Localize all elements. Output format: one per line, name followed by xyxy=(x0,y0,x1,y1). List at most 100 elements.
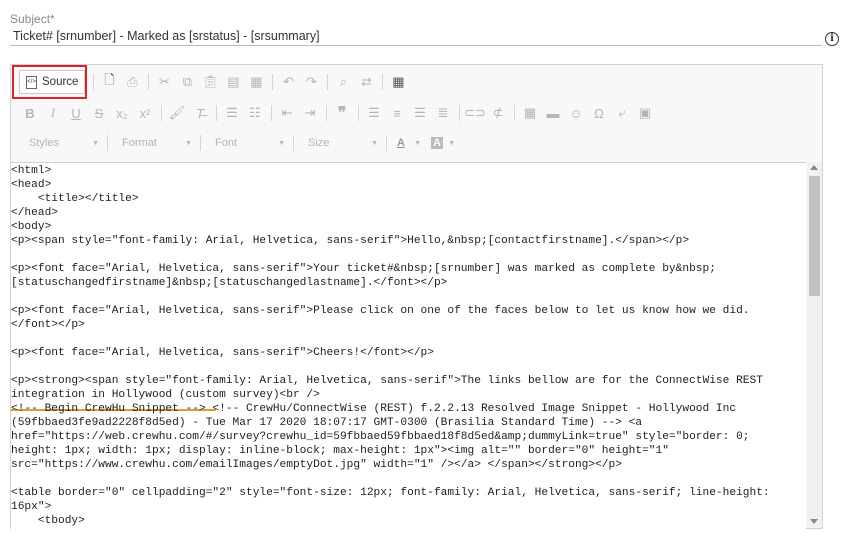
align-right-icon[interactable]: ☰ xyxy=(409,102,431,124)
page-break-icon[interactable]: ⤶ xyxy=(611,102,633,124)
code-line: <head> xyxy=(11,179,52,191)
chevron-down-icon: ▼ xyxy=(185,139,192,147)
print-icon[interactable]: ⎙ xyxy=(121,71,143,93)
horizontal-line-icon[interactable]: ▬ xyxy=(542,102,564,124)
image-icon[interactable]: ▣ xyxy=(634,102,656,124)
source-button[interactable]: </> Source xyxy=(19,70,86,94)
format-label: Format xyxy=(122,137,157,149)
increase-indent-icon[interactable]: ⇥ xyxy=(299,102,321,124)
styles-dropdown[interactable]: Styles ▼ xyxy=(19,133,103,153)
code-line: <p><font face="Arial, Helvetica, sans-se… xyxy=(11,263,716,275)
toolbar-separator xyxy=(107,135,108,151)
code-line: 16px"> xyxy=(11,501,52,513)
code-line: </font></p> xyxy=(11,319,85,331)
numbered-list-icon[interactable]: ☰ xyxy=(221,102,243,124)
scroll-thumb[interactable] xyxy=(809,176,820,296)
remove-format-icon[interactable]: T̶ xyxy=(189,102,211,124)
toolbar-separator xyxy=(514,105,515,121)
chevron-down-icon: ▼ xyxy=(448,139,455,147)
chevron-down-icon: ▼ xyxy=(371,139,378,147)
code-line: <table border="0" cellpadding="2" style=… xyxy=(11,487,770,499)
toolbar-separator xyxy=(271,105,272,121)
toolbar-row-2: B I U S x₂ x² 🖌︎ T̶ ☰ ☷ ⇤ ⇥ ❞ ☰ ≡ ☰ ≣ ⊂⊃… xyxy=(19,102,657,124)
underline-icon[interactable]: U xyxy=(65,102,87,124)
background-color-icon: A xyxy=(431,137,443,149)
code-line: href="https://web.crewhu.com/#/survey?cr… xyxy=(11,431,750,443)
undo-icon[interactable]: ↶ xyxy=(277,71,299,93)
strikethrough-icon[interactable]: S xyxy=(88,102,110,124)
decrease-indent-icon[interactable]: ⇤ xyxy=(276,102,298,124)
bulleted-list-icon[interactable]: ☷ xyxy=(244,102,266,124)
size-label: Size xyxy=(308,137,330,149)
paste-text-icon[interactable]: ▤ xyxy=(222,71,244,93)
table-icon[interactable]: ▦ xyxy=(519,102,541,124)
smiley-icon[interactable]: ☺ xyxy=(565,102,587,124)
replace-icon[interactable]: ⇄ xyxy=(355,71,377,93)
blockquote-icon[interactable]: ❞ xyxy=(331,102,353,124)
background-color-button[interactable]: A ▼ xyxy=(425,133,459,153)
toolbar-separator xyxy=(293,135,294,151)
subscript-icon[interactable]: x₂ xyxy=(111,102,133,124)
bold-icon[interactable]: B xyxy=(19,102,41,124)
toolbar-separator xyxy=(459,105,460,121)
text-color-icon: A xyxy=(397,137,405,149)
toolbar-separator xyxy=(382,74,384,90)
chevron-down-icon: ▼ xyxy=(92,139,99,147)
scroll-up-icon[interactable] xyxy=(810,165,818,170)
link-icon[interactable]: ⊂⊃ xyxy=(464,102,486,124)
copy-icon[interactable]: ⧉ xyxy=(176,71,198,93)
toolbar-separator xyxy=(358,105,359,121)
chevron-down-icon: ▼ xyxy=(414,139,421,147)
code-line: src="https://www.crewhu.com/emailImages/… xyxy=(11,459,622,471)
source-label: Source xyxy=(42,76,79,88)
info-icon[interactable]: i xyxy=(825,32,839,46)
code-line: height: 1px; width: 1px; display: inline… xyxy=(11,445,669,457)
editor-toolbar: </> Source 🗋 ⎙ ✂ ⧉ 📋︎ ▤ ▦ ↶ ↷ ⌕ ⇄ ▦ B I … xyxy=(11,65,822,162)
code-line: <p><strong><span style="font-family: Ari… xyxy=(11,375,763,387)
redo-icon[interactable]: ↷ xyxy=(300,71,322,93)
code-line: <tr style="text-align: center"> xyxy=(11,528,273,529)
subject-input[interactable] xyxy=(10,27,822,46)
toolbar-separator xyxy=(386,135,387,151)
special-char-icon[interactable]: Ω xyxy=(588,102,610,124)
cut-icon[interactable]: ✂ xyxy=(153,71,175,93)
find-icon[interactable]: ⌕ xyxy=(332,71,354,93)
scroll-down-icon[interactable] xyxy=(810,519,818,524)
size-dropdown[interactable]: Size ▼ xyxy=(298,133,382,153)
unlink-icon[interactable]: ⊄ xyxy=(487,102,509,124)
toolbar-separator xyxy=(200,135,201,151)
toolbar-separator xyxy=(272,74,274,90)
source-code-area[interactable]: <html> <head> <title></title> </head> <body… xyxy=(11,162,806,529)
code-line: <html> xyxy=(11,165,52,177)
select-all-icon[interactable]: ▦ xyxy=(387,71,409,93)
format-dropdown[interactable]: Format ▼ xyxy=(112,133,196,153)
font-label: Font xyxy=(215,137,238,149)
toolbar-separator xyxy=(93,74,95,90)
superscript-icon[interactable]: x² xyxy=(134,102,156,124)
align-center-icon[interactable]: ≡ xyxy=(386,102,408,124)
code-line: <p><font face="Arial, Helvetica, sans-se… xyxy=(11,305,750,317)
paste-icon[interactable]: 📋︎ xyxy=(199,71,221,93)
code-line: <title></title> xyxy=(11,193,139,205)
code-line: </head> xyxy=(11,207,58,219)
toolbar-separator xyxy=(148,74,150,90)
code-line: integration in Hollywood (custom survey)… xyxy=(11,389,320,401)
code-line: (59fbbaed3fe9ad2228f8d5ed) - Tue Mar 17 … xyxy=(11,417,643,429)
font-dropdown[interactable]: Font ▼ xyxy=(205,133,289,153)
chevron-down-icon: ▼ xyxy=(278,139,285,147)
code-line: [statuschangedfirstname]&nbsp;[statuscha… xyxy=(11,277,448,289)
code-line: <body> xyxy=(11,221,52,233)
toolbar-row-1: </> Source 🗋 ⎙ ✂ ⧉ 📋︎ ▤ ▦ ↶ ↷ ⌕ ⇄ ▦ xyxy=(19,70,410,94)
vertical-scrollbar[interactable] xyxy=(807,162,822,528)
source-icon: </> xyxy=(26,75,37,89)
italic-icon[interactable]: I xyxy=(42,102,64,124)
preview-icon[interactable]: 🗋 xyxy=(98,71,120,93)
align-justify-icon[interactable]: ≣ xyxy=(432,102,454,124)
text-color-button[interactable]: A ▼ xyxy=(391,133,425,153)
copy-format-icon[interactable]: 🖌︎ xyxy=(166,102,188,124)
toolbar-separator xyxy=(216,105,217,121)
align-left-icon[interactable]: ☰ xyxy=(363,102,385,124)
styles-label: Styles xyxy=(29,137,59,149)
code-line: <p><font face="Arial, Helvetica, sans-se… xyxy=(11,347,434,359)
paste-word-icon[interactable]: ▦ xyxy=(245,71,267,93)
